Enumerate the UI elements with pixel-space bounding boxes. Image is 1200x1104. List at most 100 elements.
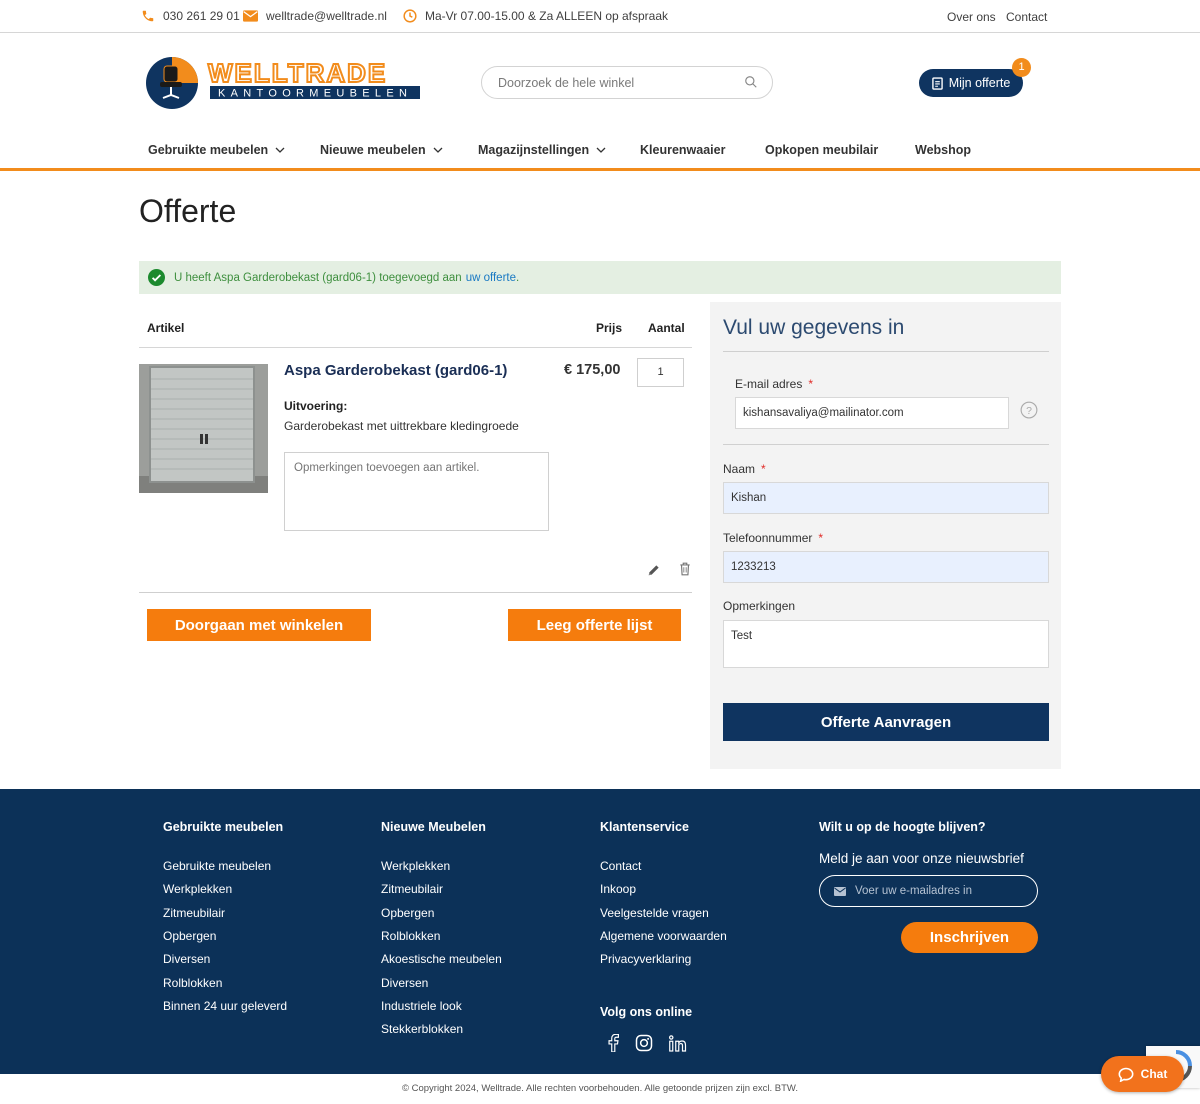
phone-label: Telefoonnummer * [723,531,823,545]
nav-label: Webshop [915,143,972,157]
item-remarks-textarea[interactable] [284,452,549,531]
success-message: U heeft Aspa Garderobekast (gard06-1) to… [139,261,1061,294]
email-address[interactable]: welltrade@welltrade.nl [266,9,387,23]
logo-subtext: KANTOORMEUBELEN [218,88,412,100]
facebook-icon[interactable] [607,1034,619,1052]
required-mark: * [818,531,824,545]
trash-icon[interactable] [679,562,691,576]
divider [723,444,1049,445]
message-text: U heeft Aspa Garderobekast (gard06-1) to… [174,271,462,284]
site-logo[interactable]: WELLTRADE KANTOORMEUBELEN [146,56,422,110]
phone-label-text: Telefoonnummer [723,531,813,545]
logo-text: WELLTRADE [208,58,387,88]
page-title: Offerte [139,193,237,229]
footer-link[interactable]: Werkplekken [163,882,232,896]
footer-link[interactable]: Akoestische meubelen [381,952,502,966]
footer-col4-title: Wilt u op de hoogte blijven? [819,820,986,834]
link-over-ons[interactable]: Over ons [947,10,996,24]
instagram-icon[interactable] [635,1034,653,1052]
footer-link[interactable]: Contact [600,859,641,873]
chevron-down-icon [433,147,443,153]
phone-number[interactable]: 030 261 29 01 [163,9,240,23]
footer-col1-title: Gebruikte meubelen [163,820,284,834]
nav-label: Nieuwe meubelen [320,143,426,157]
edit-icon[interactable] [647,563,661,577]
required-mark: * [808,377,814,391]
nav-webshop[interactable]: Webshop [915,143,971,157]
message-suffix: . [516,271,520,284]
search-input[interactable] [498,67,738,98]
search-icon[interactable] [744,75,758,89]
phone-field[interactable]: 1233213 [723,551,1049,583]
footer-link[interactable]: Gebruikte meubelen [163,859,271,873]
option-label: Uitvoering: [284,399,348,413]
footer-link[interactable]: Industriele look [381,999,462,1013]
my-quote-button[interactable]: Mijn offerte [919,69,1023,97]
linkedin-icon[interactable] [669,1035,687,1052]
footer-link[interactable]: Zitmeubilair [163,906,225,920]
footer-link[interactable]: Rolblokken [163,976,222,990]
cabinet-image [139,364,268,493]
svg-text:?: ? [1026,405,1032,417]
footer-link[interactable]: Opbergen [163,929,216,943]
clock-icon [403,9,417,23]
footer-link[interactable]: Rolblokken [381,929,440,943]
product-name-link[interactable]: Aspa Garderobekast (gard06-1) [284,362,507,379]
chat-bubble-icon [1118,1067,1134,1082]
footer-link[interactable]: Zitmeubilair [381,882,443,896]
phone-contact[interactable]: 030 261 29 01 [141,9,240,23]
divider [139,592,692,593]
chat-label: Chat [1140,1067,1168,1081]
quantity-input[interactable]: 1 [637,358,684,387]
subscribe-button[interactable]: Inschrijven [901,922,1038,953]
product-image[interactable] [139,364,268,493]
footer-link[interactable]: Stekkerblokken [381,1022,463,1036]
footer-link[interactable]: Binnen 24 uur geleverd [163,999,287,1013]
clear-quote-button[interactable]: Leeg offerte lijst [508,609,681,641]
footer-link[interactable]: Diversen [381,976,428,990]
document-icon [931,76,943,90]
footer-link[interactable]: Diversen [163,952,210,966]
name-label: Naam * [723,462,766,476]
nav-opkopen-meubilair[interactable]: Opkopen meubilair [765,143,878,157]
email-field[interactable]: kishansavaliya@mailinator.com [735,397,1009,429]
name-label-text: Naam [723,462,756,476]
remarks-textarea[interactable]: Test [723,620,1049,668]
email-contact[interactable]: welltrade@welltrade.nl [243,9,387,23]
nav-label: Opkopen meubilair [765,143,879,157]
help-icon[interactable]: ? [1020,401,1038,419]
continue-shopping-button[interactable]: Doorgaan met winkelen [147,609,371,641]
nav-label: Kleurenwaaier [640,143,726,157]
name-field[interactable]: Kishan [723,482,1049,514]
footer-link[interactable]: Inkoop [600,882,636,896]
nav-label: Gebruikte meubelen [148,143,269,157]
footer-link[interactable]: Opbergen [381,906,434,920]
nav-magazijnstellingen[interactable]: Magazijnstellingen [478,143,606,157]
message-quote-link[interactable]: uw offerte [466,272,516,284]
remarks-label: Opmerkingen [723,599,796,613]
footer-social-title: Volg ons online [600,1005,693,1019]
chat-button[interactable]: Chat [1101,1056,1184,1092]
nav-gebruikte-meubelen[interactable]: Gebruikte meubelen [148,143,285,157]
footer-link[interactable]: Werkplekken [381,859,450,873]
logo-icon: WELLTRADE KANTOORMEUBELEN [146,57,420,109]
request-quote-button[interactable]: Offerte Aanvragen [723,703,1049,741]
footer-link[interactable]: Algemene voorwaarden [600,929,727,943]
nav-label: Magazijnstellingen [478,143,590,157]
form-title: Vul uw gegevens in [723,316,905,339]
newsletter-email-field[interactable]: Voer uw e-mailadres in [819,875,1038,907]
footer-col2-title: Nieuwe Meubelen [381,820,486,834]
footer-link[interactable]: Veelgestelde vragen [600,906,709,920]
footer-link[interactable]: Privacyverklaring [600,952,691,966]
quote-count-badge: 1 [1012,58,1031,77]
nav-nieuwe-meubelen[interactable]: Nieuwe meubelen [320,143,443,157]
top-bar: 030 261 29 01 welltrade@welltrade.nl Ma-… [0,0,1200,33]
chevron-down-icon [275,147,285,153]
product-price: € 175,00 [564,362,621,378]
phone-icon [142,10,154,22]
link-contact[interactable]: Contact [1006,10,1047,24]
nav-kleurenwaaier[interactable]: Kleurenwaaier [640,143,725,157]
check-circle-icon [148,269,165,286]
column-header-qty: Aantal [648,321,685,335]
search-box [481,66,773,99]
